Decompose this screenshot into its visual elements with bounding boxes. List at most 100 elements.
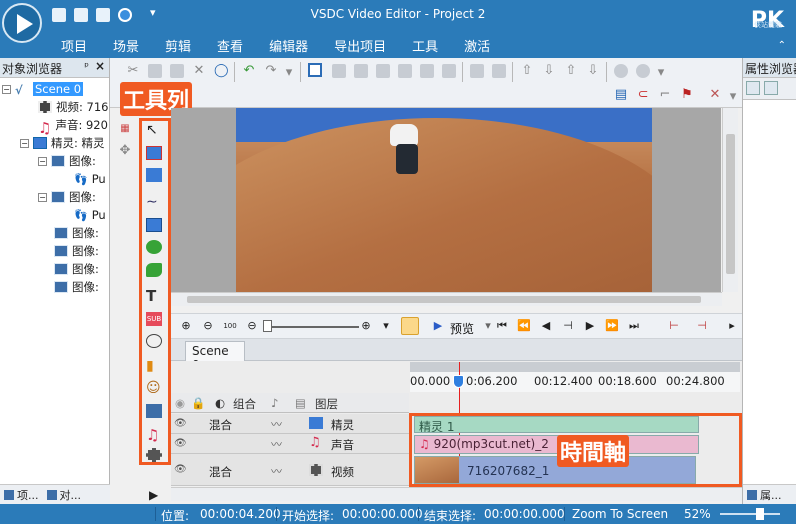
tree-item-audio[interactable]: ♫ 声音: 920 <box>38 116 108 137</box>
eye-icon[interactable]: 👁 <box>174 438 187 449</box>
zoom-to-screen-button[interactable]: Zoom To Screen <box>572 507 668 521</box>
waveform-icon[interactable]: 〰 <box>271 436 282 452</box>
delete-icon[interactable]: ✕ <box>192 64 206 78</box>
step-back-icon[interactable]: ◀ <box>539 319 553 333</box>
scroll-left-icon[interactable]: ▶ <box>149 488 158 502</box>
preview-vertical-scrollbar[interactable] <box>722 108 738 292</box>
zoom-out-icon[interactable]: ⊖ <box>201 319 215 333</box>
zoom-slider-thumb[interactable] <box>263 320 272 332</box>
collapse-expander-icon[interactable]: − <box>38 156 47 166</box>
sort-alpha-icon[interactable] <box>764 81 778 95</box>
close-icon[interactable]: × <box>95 59 105 73</box>
wand-dropdown-icon[interactable]: ▾ <box>726 90 740 104</box>
tree-item-sprite[interactable]: − 精灵: 精灵 <box>20 134 105 152</box>
marker-icon[interactable]: ⚑ <box>680 88 694 102</box>
tab-scene-0[interactable]: Scene 0 <box>185 341 245 372</box>
eye-icon[interactable]: 👁 <box>174 464 187 475</box>
tree-item-puppet[interactable]: 👣 Pu <box>74 170 106 188</box>
status-zoom-thumb[interactable] <box>756 508 764 520</box>
waveform-icon[interactable]: 〰 <box>271 463 282 479</box>
go-end-icon[interactable]: ⏭ <box>627 319 641 333</box>
menu-scene[interactable]: 场景 <box>100 36 152 55</box>
move-cross-icon[interactable]: ✥ <box>118 144 132 158</box>
menu-view[interactable]: 查看 <box>204 36 256 55</box>
zoom-slider-minus-icon[interactable]: ⊖ <box>245 319 259 333</box>
tree-item-scene[interactable]: − √ Scene 0 <box>2 80 84 98</box>
menu-tools[interactable]: 工具 <box>399 36 451 55</box>
timeline-horizontal-scrollbar[interactable]: ▶ <box>149 487 742 502</box>
tree-item-image[interactable]: 图像: <box>54 278 99 296</box>
preview-dropdown-icon[interactable]: ▾ <box>481 319 495 333</box>
tree-item-image[interactable]: − 图像: <box>38 152 96 170</box>
crop-icon[interactable]: ◯ <box>214 64 229 78</box>
tree-item-image[interactable]: 图像: <box>54 224 99 242</box>
playhead-handle[interactable] <box>453 375 464 388</box>
grid-icon[interactable]: ▦ <box>118 122 132 136</box>
align-middle-icon[interactable] <box>420 64 434 78</box>
tab-object-explorer[interactable]: 对... <box>43 485 86 504</box>
paste-icon[interactable] <box>170 64 184 78</box>
undo-icon[interactable]: ↶ <box>242 64 256 78</box>
tree-item-image[interactable]: − 图像: <box>38 188 96 206</box>
tree-item-image[interactable]: 图像: <box>54 260 99 278</box>
status-zoom-slider[interactable] <box>720 513 780 515</box>
preview-horizontal-scrollbar[interactable] <box>171 292 722 306</box>
stop-icon[interactable]: ⊣ <box>561 319 575 333</box>
eye-icon[interactable]: 👁 <box>174 418 187 429</box>
tree-item-puppet[interactable]: 👣 Pu <box>74 206 106 224</box>
categorized-icon[interactable] <box>746 81 760 95</box>
select-all-icon[interactable] <box>308 63 322 77</box>
rewind-icon[interactable]: ⏪ <box>517 319 531 333</box>
timeline-menu-icon[interactable]: ▸ <box>725 319 739 333</box>
video-preview[interactable] <box>236 108 652 292</box>
zoom-slider[interactable] <box>263 326 359 328</box>
step-forward-icon[interactable]: ▶ <box>583 319 597 333</box>
mark-in-icon[interactable]: ⊢ <box>667 319 681 333</box>
cut-icon[interactable]: ✂ <box>126 64 140 78</box>
magnet-icon[interactable]: ⊂ <box>636 88 650 102</box>
wand-icon[interactable]: ✕ <box>708 88 722 102</box>
fit-width-icon[interactable] <box>492 64 506 78</box>
go-start-icon[interactable]: ⏮ <box>495 319 509 333</box>
snap-icon[interactable]: ⌐ <box>658 88 672 102</box>
waveform-icon[interactable]: 〰 <box>271 416 282 432</box>
properties-grid-icon[interactable]: ▤ <box>614 88 628 102</box>
tab-project-explorer[interactable]: 项... <box>0 485 43 504</box>
mark-out-icon[interactable]: ⊣ <box>695 319 709 333</box>
menu-project[interactable]: 项目 <box>48 36 100 55</box>
move-bottom-icon[interactable]: ⇩ <box>586 64 600 78</box>
fast-forward-icon[interactable]: ⏩ <box>605 319 619 333</box>
align-center-icon[interactable] <box>354 64 368 78</box>
align-top-icon[interactable] <box>398 64 412 78</box>
group-icon[interactable] <box>614 64 628 78</box>
zoom-dropdown-icon[interactable]: ▾ <box>379 319 393 333</box>
ungroup-icon[interactable] <box>636 64 650 78</box>
clock-icon[interactable] <box>401 317 419 335</box>
move-up-icon[interactable]: ⇧ <box>520 64 534 78</box>
track-row-sprite[interactable]: 👁 混合 〰 精灵 <box>171 414 409 434</box>
tree-item-video[interactable]: 视频: 716 <box>38 98 108 116</box>
redo-dropdown-icon[interactable]: ▾ <box>282 66 296 80</box>
preview-label[interactable]: 预览 <box>450 320 474 337</box>
blend-mode[interactable]: 混合 <box>209 417 232 433</box>
track-row-video[interactable]: 👁 混合 〰 视频 <box>171 454 409 486</box>
pin-icon[interactable]: ᵖ <box>84 60 89 73</box>
collapse-expander-icon[interactable]: − <box>2 84 11 94</box>
tree-item-image[interactable]: 图像: <box>54 242 99 260</box>
move-top-icon[interactable]: ⇧ <box>564 64 578 78</box>
zoom-in-icon[interactable]: ⊕ <box>179 319 193 333</box>
menu-export[interactable]: 导出项目 <box>321 36 399 55</box>
tab-properties[interactable]: 属... <box>743 484 796 504</box>
copy-icon[interactable] <box>148 64 162 78</box>
group-dropdown-icon[interactable]: ▾ <box>654 66 668 80</box>
blend-mode[interactable]: 混合 <box>209 464 232 480</box>
move-down-icon[interactable]: ⇩ <box>542 64 556 78</box>
zoom-slider-plus-icon[interactable]: ⊕ <box>359 319 373 333</box>
ribbon-collapse-icon[interactable]: ⌃ <box>778 40 786 51</box>
redo-icon[interactable]: ↷ <box>264 64 278 78</box>
play-icon[interactable]: ▶ <box>431 319 445 333</box>
align-left-icon[interactable] <box>332 64 346 78</box>
collapse-expander-icon[interactable]: − <box>20 138 29 148</box>
menu-edit[interactable]: 剪辑 <box>152 36 204 55</box>
zoom-100-icon[interactable]: 100 <box>223 319 237 333</box>
